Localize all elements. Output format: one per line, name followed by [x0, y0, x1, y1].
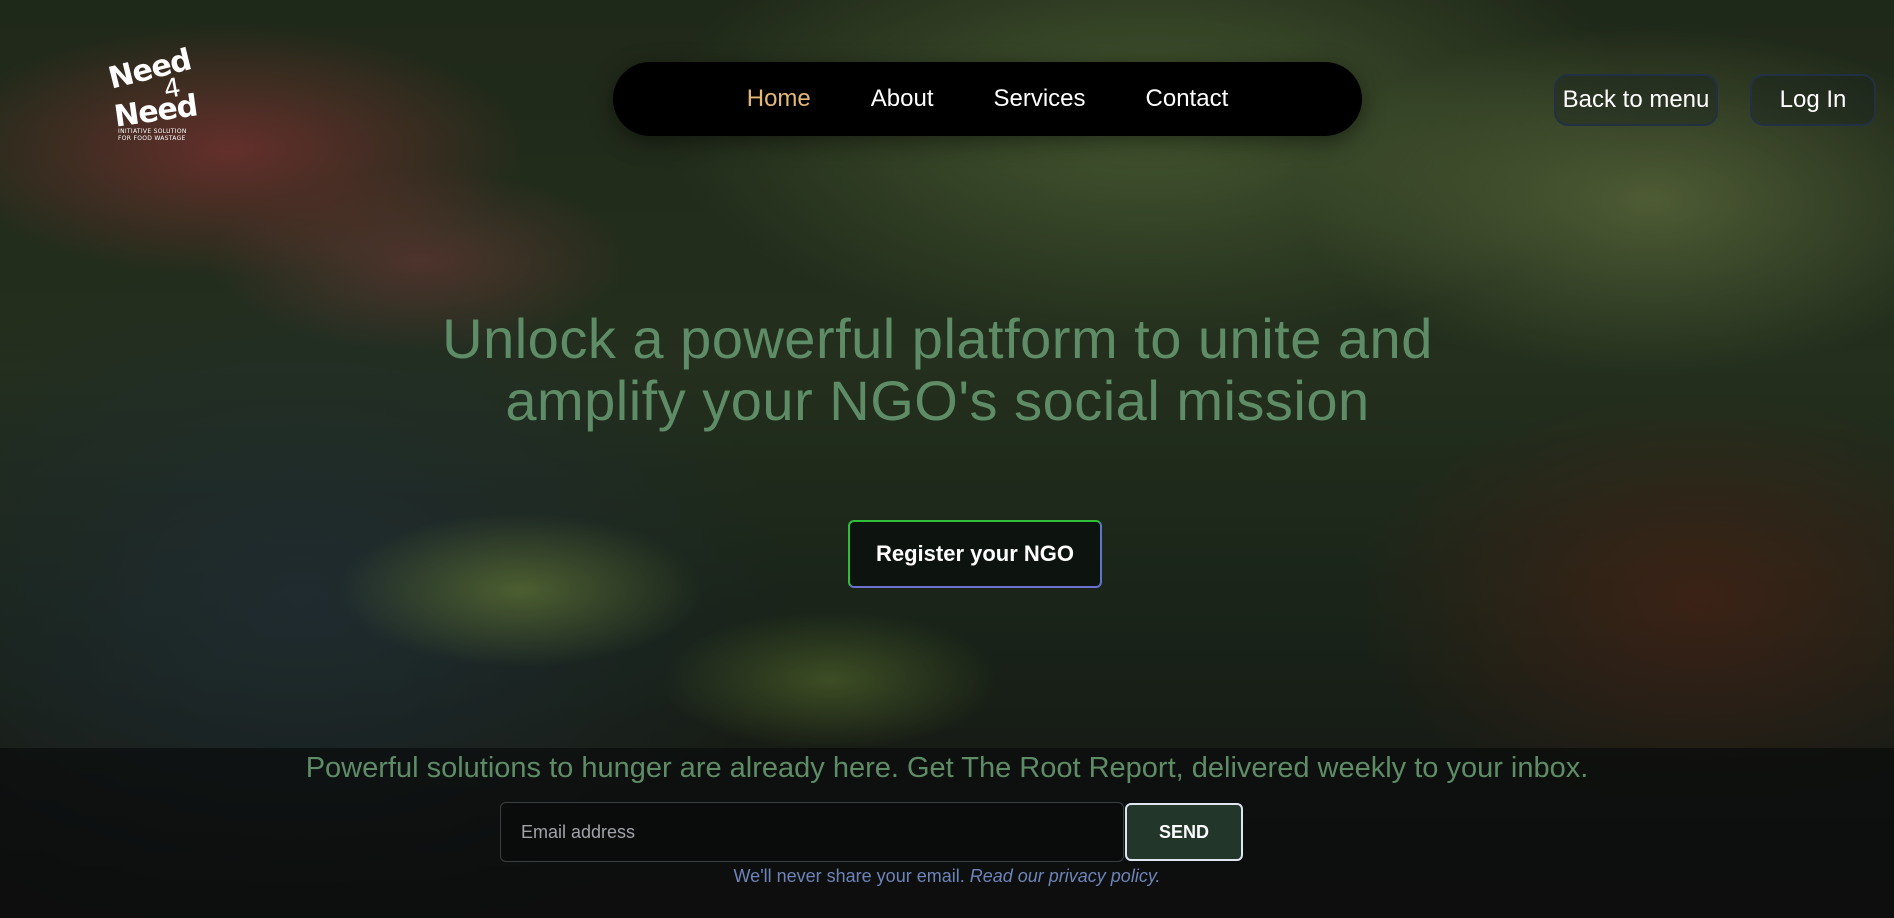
hero-headline-line1: Unlock a powerful platform to unite and	[442, 307, 1433, 370]
hero-headline-line2: amplify your NGO's social mission	[505, 369, 1370, 432]
need4need-logo[interactable]: Need 4 Need INITIATIVE SOLUTION FOR FOOD…	[100, 42, 210, 144]
email-input[interactable]	[500, 802, 1124, 862]
send-button[interactable]: SEND	[1125, 803, 1243, 861]
hero-headline: Unlock a powerful platform to unite and …	[360, 308, 1515, 432]
logo-tagline: INITIATIVE SOLUTION FOR FOOD WASTAGE	[118, 128, 187, 142]
privacy-text: We'll never share your email.	[733, 866, 965, 886]
back-to-menu-button[interactable]: Back to menu	[1554, 74, 1718, 126]
register-ngo-button[interactable]: Register your NGO	[848, 520, 1102, 588]
nav-services[interactable]: Services	[994, 85, 1086, 113]
newsletter-text: Powerful solutions to hunger are already…	[305, 752, 1589, 784]
login-button[interactable]: Log In	[1750, 74, 1876, 126]
privacy-note: We'll never share your email. Read our p…	[0, 866, 1894, 887]
nav-about[interactable]: About	[871, 85, 934, 113]
main-navigation: Home About Services Contact	[613, 62, 1362, 136]
logo-tagline-2: FOR FOOD WASTAGE	[118, 135, 186, 142]
privacy-policy-link[interactable]: Read our privacy policy.	[970, 866, 1161, 886]
logo-tagline-1: INITIATIVE SOLUTION	[118, 128, 187, 135]
nav-contact[interactable]: Contact	[1146, 85, 1229, 113]
nav-home[interactable]: Home	[747, 85, 811, 113]
logo-word-need: Need	[105, 42, 195, 97]
